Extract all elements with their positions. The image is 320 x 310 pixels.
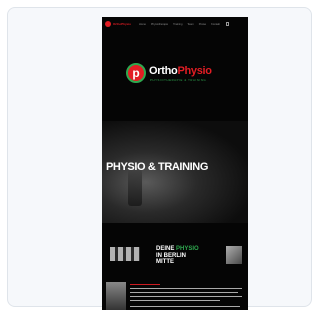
heading-line-berlin: IN BERLIN (156, 252, 186, 259)
intro-section: DEINE PHYSIO IN BERLIN MITTE (102, 241, 248, 281)
logo-icon[interactable] (105, 21, 111, 27)
logo-mark-icon: p (126, 63, 146, 83)
nav-item-physiotherapie[interactable]: Physiotherapie (151, 23, 168, 26)
text-line (130, 292, 238, 294)
orthophysio-logo: p OrthoPhysio PHYSIOTHERAPIE & TRAINING (126, 63, 226, 93)
logo-wordmark: OrthoPhysio (149, 65, 212, 77)
nav-logo-text[interactable]: OrthoPhysio (113, 22, 131, 26)
logo-word-ortho: Ortho (149, 65, 178, 77)
body-text-block (102, 282, 248, 310)
bookmark-icon[interactable] (225, 22, 229, 26)
logo-word-physio: Physio (177, 65, 212, 77)
top-navigation: OrthoPhysio Home Physiotherapie Training… (102, 17, 248, 31)
hero-image: PHYSIO & TRAINING (102, 121, 248, 223)
heading-line-mitte: MITTE (156, 259, 174, 266)
logo-tagline: PHYSIOTHERAPIE & TRAINING (150, 78, 207, 82)
nav-item-home[interactable]: Home (139, 23, 146, 26)
text-line (130, 296, 242, 298)
team-photo-thumbnail (110, 247, 140, 261)
nav-item-kontakt[interactable]: Kontakt (211, 23, 220, 26)
hero-title: PHYSIO & TRAINING (106, 161, 208, 173)
preview-card: OrthoPhysio Home Physiotherapie Training… (7, 7, 312, 310)
heading-word-physio: PHYSIO (176, 246, 199, 252)
text-line (130, 300, 220, 302)
body-image (106, 282, 126, 310)
text-line (130, 284, 160, 286)
nav-item-preise[interactable]: Preise (199, 23, 206, 26)
intro-heading: DEINE PHYSIO IN BERLIN MITTE (156, 246, 199, 266)
portrait-thumbnail (226, 246, 242, 264)
heading-word-deine: DEINE (156, 246, 177, 252)
mobile-preview[interactable]: OrthoPhysio Home Physiotherapie Training… (102, 17, 248, 310)
nav-item-training[interactable]: Training (173, 23, 182, 26)
text-line (130, 306, 240, 308)
nav-item-team[interactable]: Team (187, 23, 193, 26)
text-line (130, 288, 242, 290)
